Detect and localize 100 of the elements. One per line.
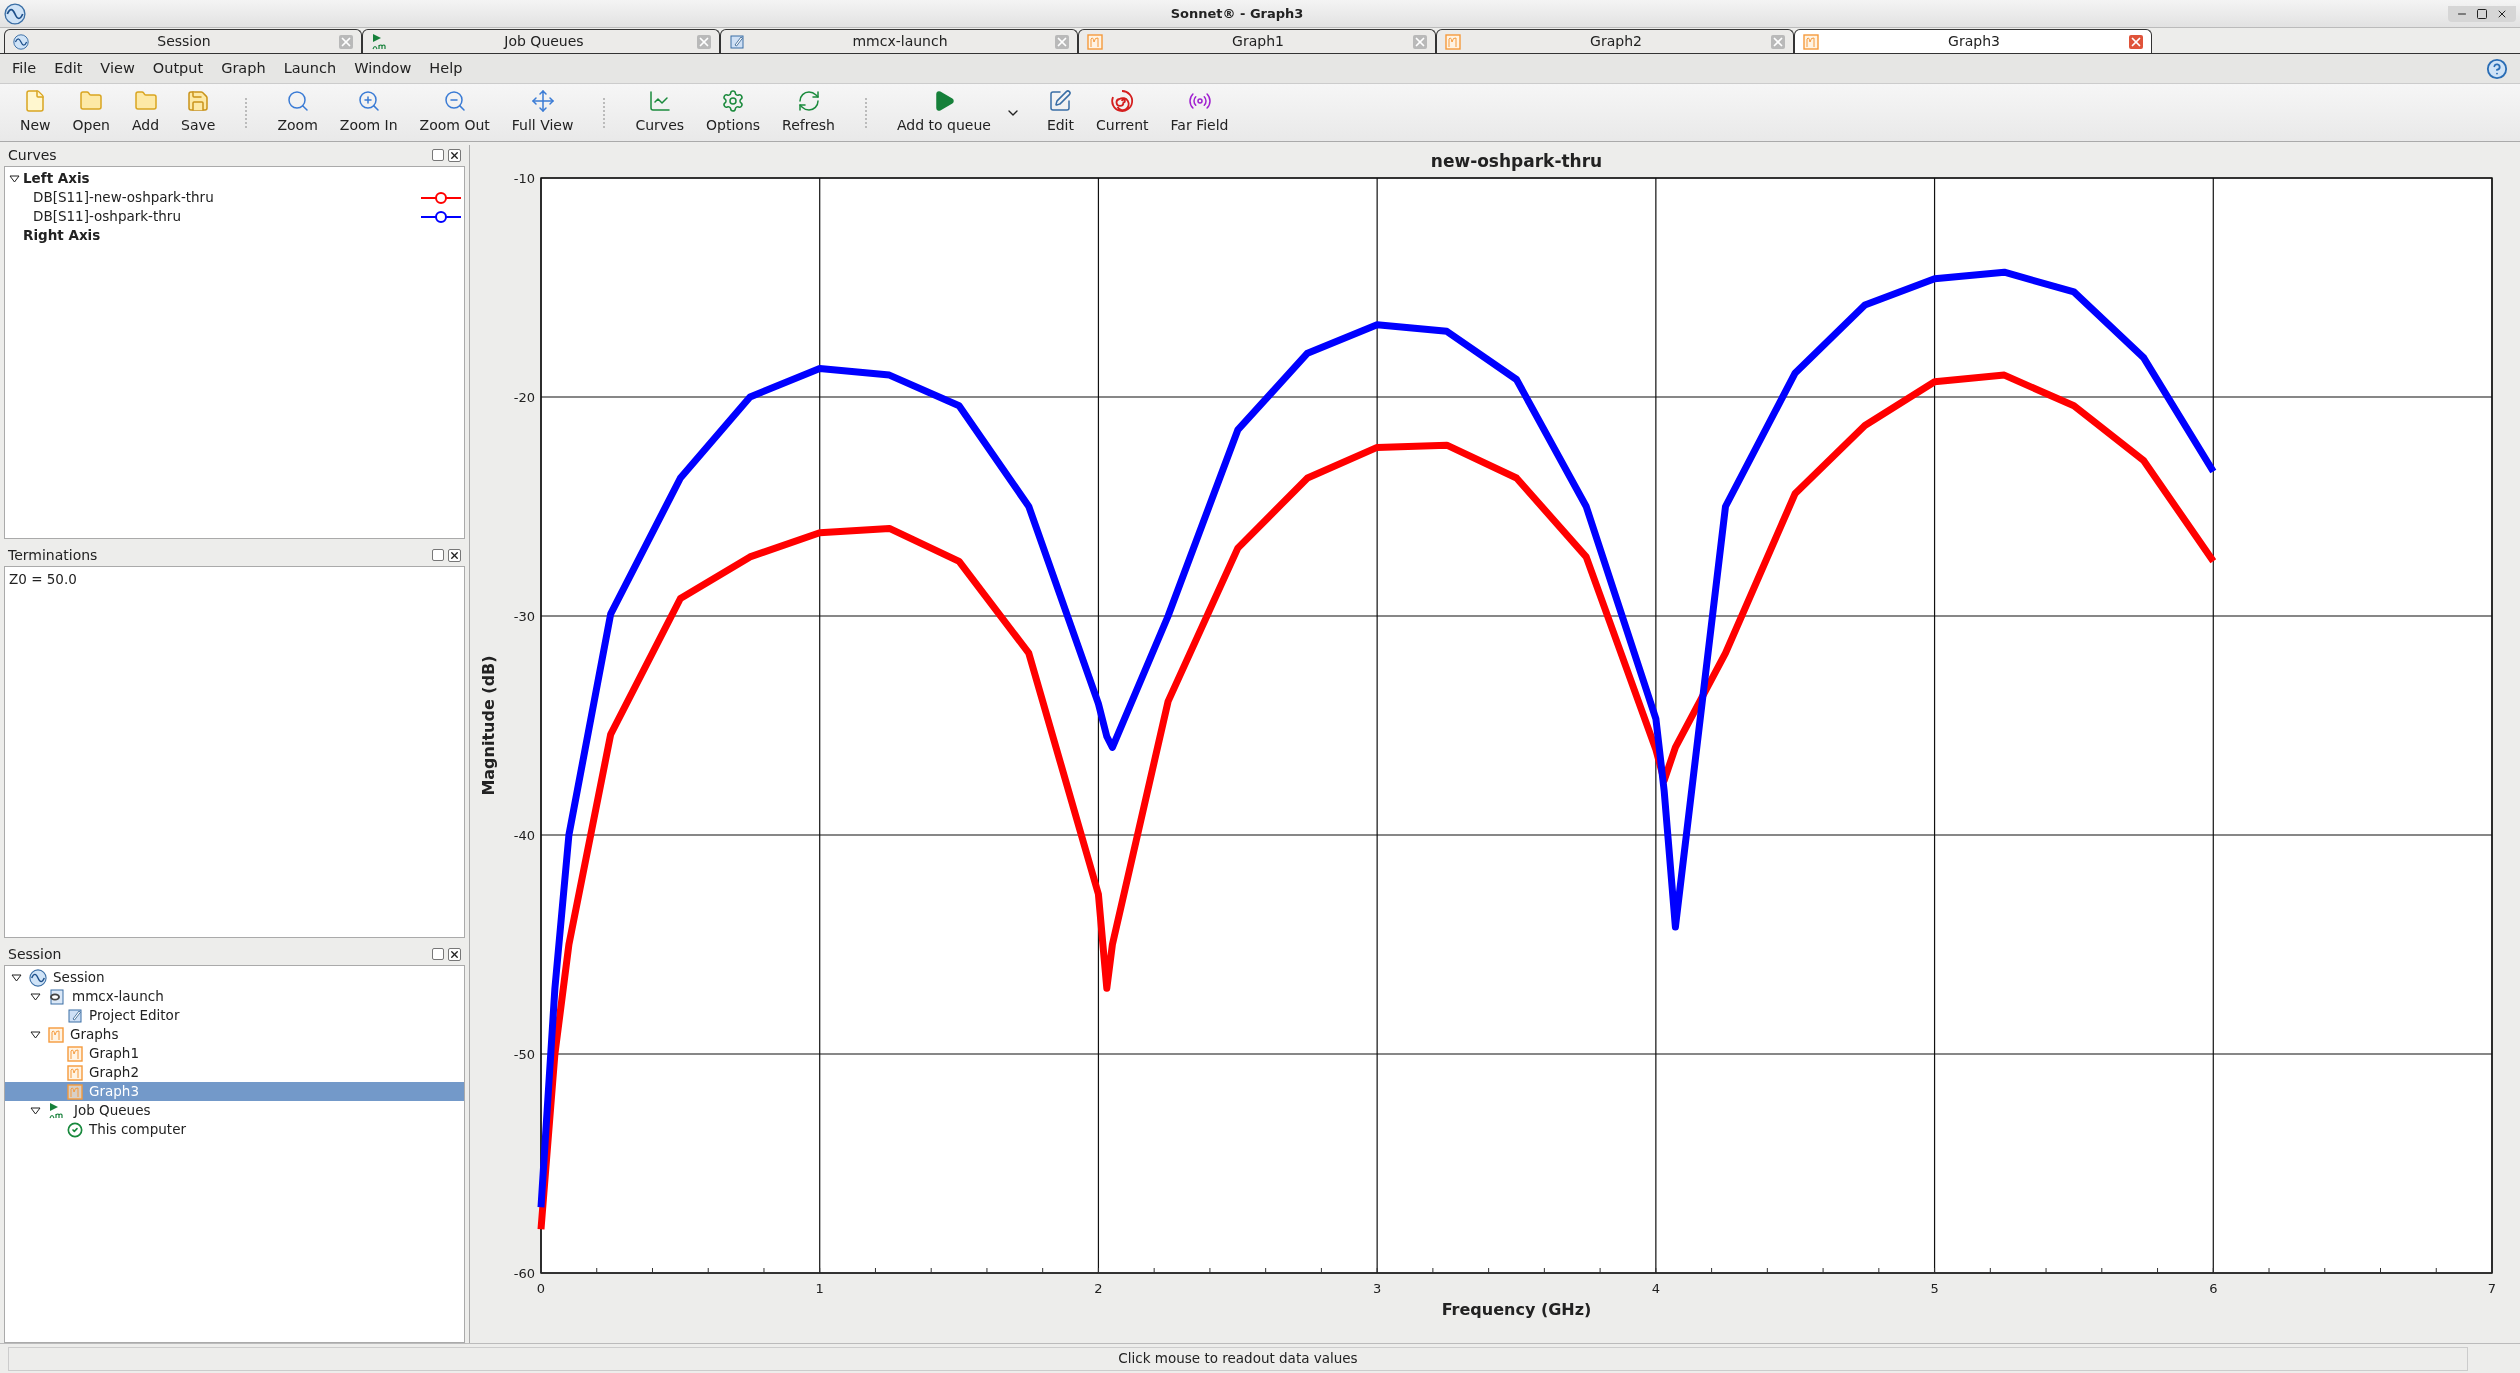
toolbar-button[interactable]: Options [702,89,765,136]
toolbar-button[interactable]: Add [127,89,164,136]
axis-group-label[interactable]: Left Axis [23,168,90,189]
document-icon [48,988,66,1005]
x-axis-title: Frequency (GHz) [1441,1300,1592,1319]
graph-icon [48,1026,64,1043]
expand-arrow-icon[interactable] [9,174,20,183]
toolbar-button[interactable]: Zoom In [335,89,402,136]
toolbar-button[interactable]: Full View [507,89,578,136]
tree-item[interactable]: Graph1 [5,1044,464,1063]
expand-arrow-icon[interactable] [29,1030,41,1039]
pencil-icon [67,1007,83,1024]
window-title: Sonnet® - Graph3 [1169,4,1305,23]
tree-item[interactable]: mmcx-launch [5,987,464,1006]
status-text: Click mouse to readout data values [1118,1349,1358,1369]
pencil-icon [729,33,745,50]
tree-item[interactable]: Graph2 [5,1063,464,1082]
maximize-icon[interactable] [2476,7,2488,20]
document-tab[interactable]: Graph2 [1436,29,1794,53]
chart-title: new-oshpark-thru [1430,151,1603,171]
tree-item[interactable]: Session [5,968,464,987]
y-tick-label: -60 [513,1266,535,1281]
float-icon[interactable] [432,948,444,960]
graph-icon [67,1083,83,1100]
sine-wave-icon [4,2,26,25]
curve-label[interactable]: DB[S11]-oshpark-thru [33,206,181,227]
graph-icon [1803,33,1819,50]
document-tab[interactable]: mmcx-launch [720,29,1078,53]
close-icon[interactable] [448,948,461,961]
help-icon[interactable] [2486,57,2508,80]
close-icon[interactable] [448,549,461,562]
float-icon[interactable] [432,549,444,561]
expand-arrow-icon[interactable] [10,973,22,982]
menu-item[interactable]: File [12,57,37,80]
toolbar-button[interactable]: Add to queue [892,89,995,136]
move-arrows-icon [530,89,555,113]
menu-item[interactable]: Help [429,57,463,80]
folder-icon [79,89,104,113]
toolbar-button[interactable]: Save [177,89,220,136]
zoom-out-icon [442,89,467,113]
save-icon [186,89,211,113]
x-tick-label: 6 [2209,1281,2218,1296]
x-tick-label: 0 [536,1281,546,1296]
menu-item[interactable]: Output [152,57,204,80]
x-tick-label: 7 [2487,1281,2497,1296]
x-tick-label: 4 [1651,1281,1660,1296]
document-tab[interactable]: Graph3 [1794,29,2152,53]
document-tab[interactable]: Session [4,29,362,53]
chart-icon [647,89,672,113]
curve-label[interactable]: DB[S11]-new-oshpark-thru [33,187,214,208]
expand-arrow-icon[interactable] [29,1106,41,1115]
y-tick-label: -50 [513,1047,535,1062]
panel-title: Curves [8,146,57,165]
graph-icon [1087,33,1103,50]
toolbar-button[interactable]: Far Field [1166,89,1233,136]
float-icon[interactable] [432,149,444,161]
toolbar-button[interactable]: Zoom [273,89,322,136]
tree-item[interactable]: This computer [5,1120,464,1139]
tree-item[interactable]: Job Queues [5,1101,464,1120]
magnifier-icon [285,89,310,113]
panel-title: Terminations [8,546,98,565]
y-tick-label: -40 [513,828,535,843]
settings-icon [721,89,746,113]
toolbar-button[interactable]: Edit [1042,89,1078,136]
axis-group-label[interactable]: Right Axis [23,225,101,246]
menu-item[interactable]: Edit [54,57,83,80]
document-tab[interactable]: Graph1 [1078,29,1436,53]
toolbar-button[interactable]: New [16,89,55,136]
x-tick-label: 3 [1373,1281,1382,1296]
menu-item[interactable]: Graph [221,57,266,80]
toolbar-button[interactable]: Zoom Out [415,89,494,136]
toolbar-button[interactable]: Refresh [778,89,839,136]
sine-wave-icon [13,33,29,50]
check-icon [67,1121,83,1138]
y-tick-label: -10 [513,171,535,186]
menu-item[interactable]: Launch [283,57,337,80]
graph-icon [67,1045,83,1062]
termination-text: Z0 = 50.0 [9,570,78,589]
graph-icon [67,1064,83,1081]
tree-item[interactable]: Project Editor [5,1006,464,1025]
toolbar-button[interactable]: Current [1092,89,1153,136]
menu-item[interactable]: View [100,57,135,80]
pencil-icon [1048,89,1073,113]
graph-icon [1445,33,1461,50]
expand-arrow-icon[interactable] [29,992,41,1001]
menu-item[interactable]: Window [354,57,412,80]
refresh-icon [796,89,821,113]
panel-title: Session [8,945,62,964]
folder-plus-icon [133,89,158,113]
x-tick-label: 1 [815,1281,824,1296]
toolbar-button[interactable]: Curves [631,89,689,136]
y-tick-label: -20 [513,390,535,405]
close-icon[interactable] [448,149,461,162]
spiral-icon [1110,89,1135,113]
tree-item[interactable]: Graphs [5,1025,464,1044]
x-tick-label: 2 [1094,1281,1103,1296]
sine-wave-icon [29,968,47,987]
toolbar-button[interactable]: Open [68,89,114,136]
y-axis-title: Magnitude (dB) [479,655,498,796]
document-tab[interactable]: Job Queues [362,29,720,53]
